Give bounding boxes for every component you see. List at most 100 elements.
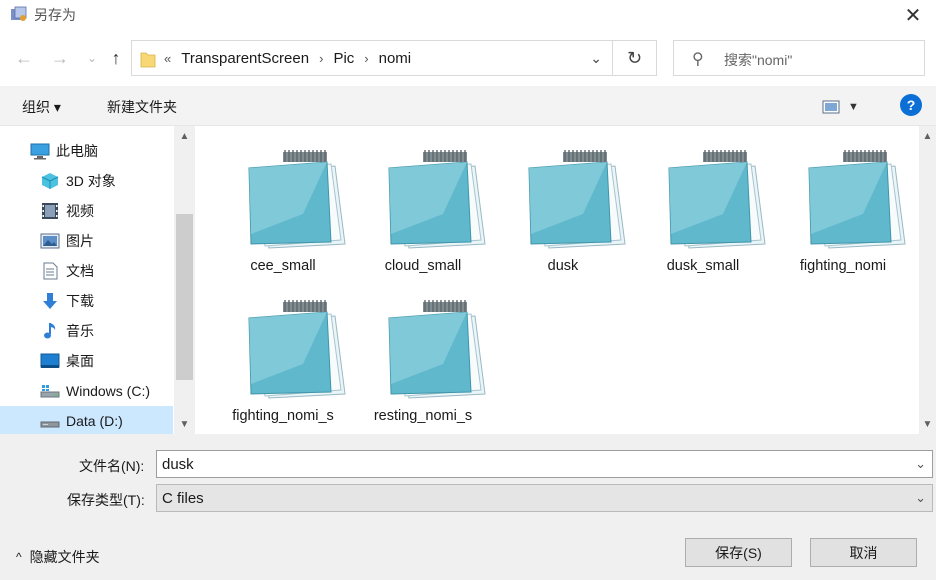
notepad-file-icon [388, 150, 486, 249]
document-icon [40, 262, 60, 280]
help-icon[interactable]: ? [900, 94, 922, 116]
window-title: 另存为 [34, 7, 76, 23]
scroll-up-icon[interactable]: ▲ [174, 128, 195, 144]
folder-icon [140, 52, 156, 68]
file-name: fighting_nomi [799, 258, 887, 274]
sidebar-item-documents[interactable]: 文档 [0, 256, 173, 286]
filetype-value: C files [162, 490, 204, 507]
notepad-file-icon [808, 150, 906, 249]
hide-folders-toggle[interactable]: ^ 隐藏文件夹 [16, 547, 100, 567]
close-icon[interactable]: ✕ [890, 0, 936, 30]
file-list: cee_small cloud_small dusk dusk_small fi… [195, 126, 919, 434]
chevron-up-icon: ^ [16, 550, 22, 564]
file-item[interactable]: cee_small [213, 126, 353, 274]
download-arrow-icon [40, 292, 60, 310]
sidebar-item-this-pc[interactable]: 此电脑 [0, 136, 173, 166]
sidebar-item-downloads[interactable]: 下载 [0, 286, 173, 316]
sidebar-item-pictures[interactable]: 图片 [0, 226, 173, 256]
sidebar-item-videos[interactable]: 视频 [0, 196, 173, 226]
change-view-button[interactable]: ▼ [822, 96, 868, 118]
picture-icon [40, 232, 60, 250]
sidebar-item-3d-objects[interactable]: 3D 对象 [0, 166, 173, 196]
navigation-pane-scrollbar[interactable]: ▲ ▼ [174, 126, 195, 434]
sidebar-item-label: 3D 对象 [66, 173, 116, 189]
address-dropdown-icon[interactable]: ⌄ [590, 50, 602, 67]
sidebar-item-label: 视频 [66, 203, 94, 219]
search-placeholder: 搜索"nomi" [724, 52, 793, 68]
navigation-pane: 此电脑 3D 对象 视频 图片 文档 下载 音乐 桌面 Windows (C:)… [0, 126, 195, 436]
sidebar-item-label: 下载 [66, 293, 94, 309]
scroll-up-icon[interactable]: ▲ [919, 128, 936, 144]
sidebar-item-label: 音乐 [66, 323, 94, 339]
save-form: 文件名(N): dusk ⌄ 保存类型(T): C files ⌄ ^ 隐藏文件… [0, 434, 936, 580]
file-item[interactable]: resting_nomi_s [353, 276, 493, 424]
search-input[interactable]: ⚲ 搜索"nomi" [673, 40, 925, 76]
recent-locations-chevron-icon[interactable]: ⌄ [80, 46, 104, 70]
search-icon: ⚲ [692, 51, 704, 68]
navigation-bar: ← → ⌄ ↑ « TransparentScreen › Pic › nomi… [0, 36, 936, 80]
file-name: dusk_small [666, 258, 740, 274]
command-toolbar: 组织 ▾ 新建文件夹 ▼ ? [0, 86, 936, 126]
file-name: cee_small [250, 258, 316, 274]
computer-icon [30, 142, 50, 160]
file-item[interactable]: fighting_nomi [773, 126, 913, 274]
sidebar-item-label: Windows (C:) [66, 383, 151, 399]
file-name: fighting_nomi_s [232, 408, 334, 424]
sidebar-item-label: 桌面 [66, 353, 94, 369]
breadcrumb: « TransparentScreen › Pic › nomi [164, 50, 411, 67]
up-arrow-icon[interactable]: ↑ [104, 46, 128, 70]
address-bar[interactable]: « TransparentScreen › Pic › nomi ⌄ [131, 40, 613, 76]
scroll-down-icon[interactable]: ▼ [919, 416, 936, 432]
breadcrumb-item[interactable]: TransparentScreen [181, 50, 309, 67]
save-button[interactable]: 保存(S) [685, 538, 792, 567]
file-item[interactable]: dusk_small [633, 126, 773, 274]
view-icon [822, 100, 840, 114]
chevron-down-icon: ▼ [848, 101, 859, 113]
sidebar-item-music[interactable]: 音乐 [0, 316, 173, 346]
scroll-down-icon[interactable]: ▼ [174, 416, 195, 432]
filetype-label: 保存类型(T): [67, 492, 145, 508]
music-note-icon [40, 322, 60, 340]
new-folder-button[interactable]: 新建文件夹 [107, 97, 177, 117]
file-item[interactable]: cloud_small [353, 126, 493, 274]
notepad-file-icon [248, 300, 346, 399]
video-icon [40, 202, 60, 220]
file-name: cloud_small [384, 258, 462, 274]
refresh-icon[interactable]: ↻ [613, 40, 657, 76]
breadcrumb-item[interactable]: nomi [379, 50, 412, 67]
filename-value: dusk [162, 456, 194, 473]
app-icon [11, 6, 27, 21]
drive-icon [40, 412, 60, 430]
back-arrow-icon[interactable]: ← [12, 46, 36, 70]
filename-label: 文件名(N): [79, 458, 145, 474]
filename-field[interactable]: dusk ⌄ [156, 450, 933, 478]
cancel-button[interactable]: 取消 [810, 538, 917, 567]
cube-icon [40, 172, 60, 190]
sidebar-item-drive-c[interactable]: Windows (C:) [0, 376, 173, 406]
breadcrumb-separator-icon[interactable]: › [364, 51, 368, 66]
sidebar-item-label: 此电脑 [56, 143, 98, 159]
file-name: dusk [547, 258, 579, 274]
title-bar: 另存为 ✕ [0, 0, 936, 30]
desktop-icon [40, 352, 60, 370]
file-list-scrollbar[interactable]: ▲ ▼ [919, 126, 936, 434]
sidebar-item-desktop[interactable]: 桌面 [0, 346, 173, 376]
drive-windows-icon [40, 382, 60, 400]
breadcrumb-separator-icon[interactable]: › [319, 51, 323, 66]
sidebar-item-label: Data (D:) [66, 413, 123, 429]
sidebar-item-label: 图片 [66, 233, 94, 249]
filetype-select[interactable]: C files ⌄ [156, 484, 933, 512]
scrollbar-thumb[interactable] [176, 214, 193, 380]
notepad-file-icon [668, 150, 766, 249]
hide-folders-label: 隐藏文件夹 [29, 549, 100, 565]
file-item[interactable]: fighting_nomi_s [213, 276, 353, 424]
organize-button[interactable]: 组织 ▾ [22, 97, 61, 117]
breadcrumb-item[interactable]: Pic [333, 50, 354, 67]
forward-arrow-icon[interactable]: → [48, 46, 72, 70]
file-item[interactable]: dusk [493, 126, 633, 274]
notepad-file-icon [528, 150, 626, 249]
overflow-chevrons-icon[interactable]: « [164, 51, 171, 66]
file-name: resting_nomi_s [373, 408, 473, 424]
sidebar-item-drive-d[interactable]: Data (D:) [0, 406, 173, 436]
chevron-down-icon[interactable]: ⌄ [915, 456, 926, 472]
